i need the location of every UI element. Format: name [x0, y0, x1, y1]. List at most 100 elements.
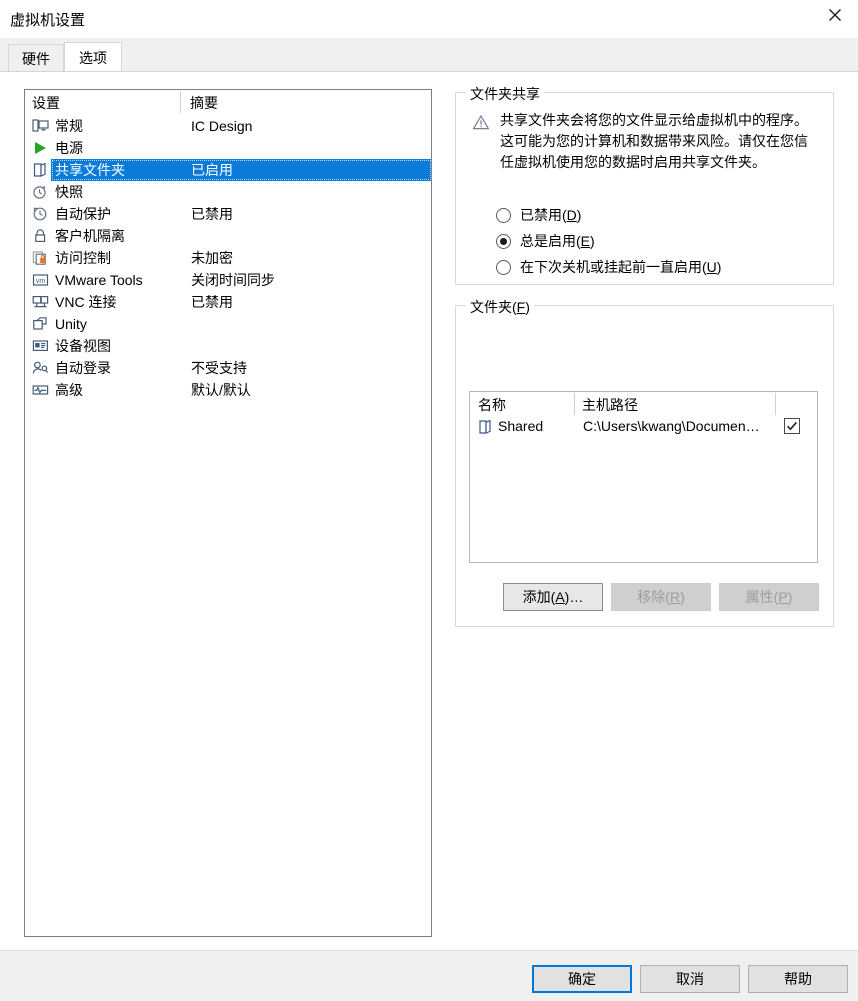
ok-button-label: 确定: [568, 971, 596, 987]
list-item-label: VNC 连接: [55, 294, 117, 310]
add-folder-button[interactable]: 添加(A)…: [503, 583, 603, 611]
folders-column-divider-2: [775, 393, 776, 415]
list-item-device-view[interactable]: 设备视图: [26, 335, 431, 357]
list-item-vmware-tools[interactable]: vm VMware Tools 关闭时间同步: [26, 269, 431, 291]
list-item-label: 自动登录: [55, 360, 111, 376]
snapshot-clock-icon: [32, 184, 49, 200]
close-button[interactable]: [812, 0, 858, 30]
cancel-button-label: 取消: [676, 971, 704, 987]
list-item-label: 客户机隔离: [55, 228, 125, 244]
cancel-button[interactable]: 取消: [640, 965, 740, 993]
folders-listbox[interactable]: 名称 主机路径 Shared C:\Users\kwang\Documen…: [469, 391, 818, 563]
list-column-divider: [180, 91, 181, 113]
properties-button-label-end: ): [787, 589, 793, 605]
list-item-summary: 已禁用: [191, 206, 233, 222]
radio-always-enabled-label: 总是启用(: [520, 233, 581, 249]
settings-list[interactable]: 设置 摘要 常规 IC Design 电源 共享文件夹 已启用 快照 自动保护 …: [24, 89, 432, 937]
radio-always-enabled[interactable]: 总是启用(E): [496, 230, 595, 252]
radio-disabled[interactable]: 已禁用(D): [496, 204, 581, 226]
list-item-summary: 未加密: [191, 250, 233, 266]
list-item-label: 高级: [55, 382, 83, 398]
add-button-accel: A: [555, 589, 565, 605]
radio-indicator: [496, 233, 511, 249]
list-item-guest-isolation[interactable]: 客户机隔离: [26, 225, 431, 247]
properties-button-label-start: 属性(: [745, 589, 779, 605]
list-item-summary: 不受支持: [191, 360, 247, 376]
radio-until-shutdown-accel: U: [706, 259, 717, 275]
tab-options[interactable]: 选项: [64, 42, 122, 73]
folders-column-header-path: 主机路径: [582, 397, 638, 413]
list-item-power[interactable]: 电源: [26, 137, 431, 159]
folders-legend: 文件夹(F): [466, 297, 534, 317]
help-button[interactable]: 帮助: [748, 965, 848, 993]
radio-disabled-label-end: ): [576, 207, 582, 223]
list-item-label: VMware Tools: [55, 272, 143, 288]
advanced-icon: [32, 382, 49, 398]
radio-until-shutdown-label: 在下次关机或挂起前一直启用(: [520, 259, 707, 275]
title-bar: 虚拟机设置: [0, 0, 858, 38]
radio-until-shutdown[interactable]: 在下次关机或挂起前一直启用(U): [496, 256, 721, 278]
folders-table-row[interactable]: Shared C:\Users\kwang\Documen…: [471, 416, 817, 438]
properties-button-accel: P: [778, 589, 788, 605]
radio-until-shutdown-label-end: ): [716, 259, 722, 275]
folders-legend-end: ): [525, 299, 530, 315]
vnc-icon: [32, 294, 49, 310]
folders-group: 文件夹(F) 名称 主机路径 Shared C:\Users\kwang\Doc…: [455, 297, 834, 627]
remove-folder-button: 移除(R): [611, 583, 711, 611]
folders-column-divider-1: [574, 393, 575, 415]
list-item-label: 共享文件夹: [55, 162, 125, 178]
auto-login-icon: [32, 360, 49, 376]
dialog-footer: 确定 取消 帮助: [0, 950, 858, 1001]
access-control-icon: [32, 250, 49, 266]
folder-sharing-legend: 文件夹共享: [466, 84, 544, 104]
radio-always-enabled-label-end: ): [590, 233, 595, 249]
close-icon: [828, 8, 842, 22]
list-item-label: 电源: [55, 140, 83, 156]
list-item-label: 快照: [55, 184, 83, 200]
list-item-unity[interactable]: Unity: [26, 313, 431, 335]
lock-icon: [32, 228, 49, 244]
list-item-summary: 已启用: [191, 162, 233, 178]
folders-column-header-name: 名称: [478, 397, 506, 413]
window-title: 虚拟机设置: [10, 12, 86, 29]
list-item-snapshots[interactable]: 快照: [26, 181, 431, 203]
list-item-summary: 关闭时间同步: [191, 272, 275, 288]
tab-options-label: 选项: [79, 50, 107, 66]
radio-indicator: [496, 207, 511, 223]
folder-name: Shared: [498, 418, 544, 434]
svg-text:vm: vm: [36, 278, 46, 285]
monitor-icon: [32, 118, 49, 134]
add-button-label-end: )…: [564, 589, 584, 605]
help-button-label: 帮助: [784, 971, 812, 987]
list-item-label: 访问控制: [55, 250, 111, 266]
list-item-label: 设备视图: [55, 338, 111, 354]
add-button-label-start: 添加(: [522, 589, 556, 605]
remove-button-accel: R: [669, 589, 681, 605]
list-item-auto-login[interactable]: 自动登录 不受支持: [26, 357, 431, 379]
list-item-autoprotect[interactable]: 自动保护 已禁用: [26, 203, 431, 225]
folder-properties-button: 属性(P): [719, 583, 819, 611]
folders-legend-accel: F: [516, 299, 526, 315]
list-item-label: Unity: [55, 316, 87, 332]
list-item-summary: IC Design: [191, 118, 253, 134]
list-item-shared-folders[interactable]: 共享文件夹 已启用: [26, 159, 431, 181]
list-item-vnc[interactable]: VNC 连接 已禁用: [26, 291, 431, 313]
tab-strip: 硬件 选项: [0, 38, 858, 73]
tab-hardware[interactable]: 硬件: [8, 44, 64, 72]
radio-always-enabled-accel: E: [580, 233, 591, 249]
remove-button-label-end: ): [680, 589, 685, 605]
vmware-tools-icon: vm: [32, 272, 49, 288]
list-item-label: 自动保护: [55, 206, 111, 222]
folder-sharing-warning-text: 共享文件夹会将您的文件显示给虚拟机中的程序。这可能为您的计算机和数据带来风险。请…: [500, 112, 808, 170]
tab-hardware-label: 硬件: [22, 50, 50, 67]
list-item-label: 常规: [55, 118, 83, 134]
list-item-general[interactable]: 常规 IC Design: [26, 115, 431, 137]
autoprotect-icon: [32, 206, 49, 222]
list-item-summary: 默认/默认: [191, 382, 251, 398]
folder-enabled-checkbox[interactable]: [784, 418, 800, 434]
list-item-advanced[interactable]: 高级 默认/默认: [26, 379, 431, 401]
folder-host-path: C:\Users\kwang\Documen…: [583, 418, 760, 434]
list-item-access-control[interactable]: 访问控制 未加密: [26, 247, 431, 269]
power-play-icon: [32, 140, 49, 156]
ok-button[interactable]: 确定: [532, 965, 632, 993]
